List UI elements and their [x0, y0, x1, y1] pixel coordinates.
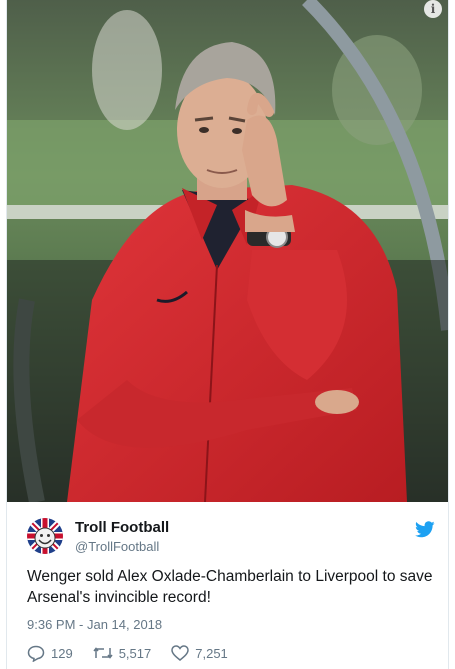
tweet-actions: 129 5,517 7,251	[27, 643, 248, 663]
like-button[interactable]: 7,251	[171, 645, 228, 661]
tweet-timestamp[interactable]: 9:36 PM - Jan 14, 2018	[27, 617, 162, 632]
tweet-header: Troll Football @TrollFootball	[27, 518, 437, 558]
tweet-text: Wenger sold Alex Oxlade-Chamberlain to L…	[27, 568, 433, 606]
avatar[interactable]	[27, 518, 63, 554]
heart-icon	[171, 645, 190, 661]
retweet-count: 5,517	[118, 645, 152, 661]
reply-count: 129	[51, 645, 73, 661]
retweet-icon	[93, 647, 113, 659]
reply-button[interactable]: 129	[27, 645, 73, 662]
photo-illustration	[7, 0, 448, 502]
user-handle[interactable]: @TrollFootball	[75, 539, 159, 554]
display-name[interactable]: Troll Football	[75, 519, 169, 536]
union-jack-troll-face-avatar	[27, 518, 63, 554]
tweet-card[interactable]: i Troll Football @TrollFootball Wenger s…	[6, 0, 449, 669]
retweet-button[interactable]: 5,517	[93, 645, 152, 661]
reply-icon	[27, 645, 45, 662]
twitter-bird-icon[interactable]	[415, 521, 435, 538]
like-count: 7,251	[195, 645, 228, 661]
info-icon[interactable]: i	[424, 0, 442, 18]
tweet-photo[interactable]: i	[7, 0, 448, 502]
